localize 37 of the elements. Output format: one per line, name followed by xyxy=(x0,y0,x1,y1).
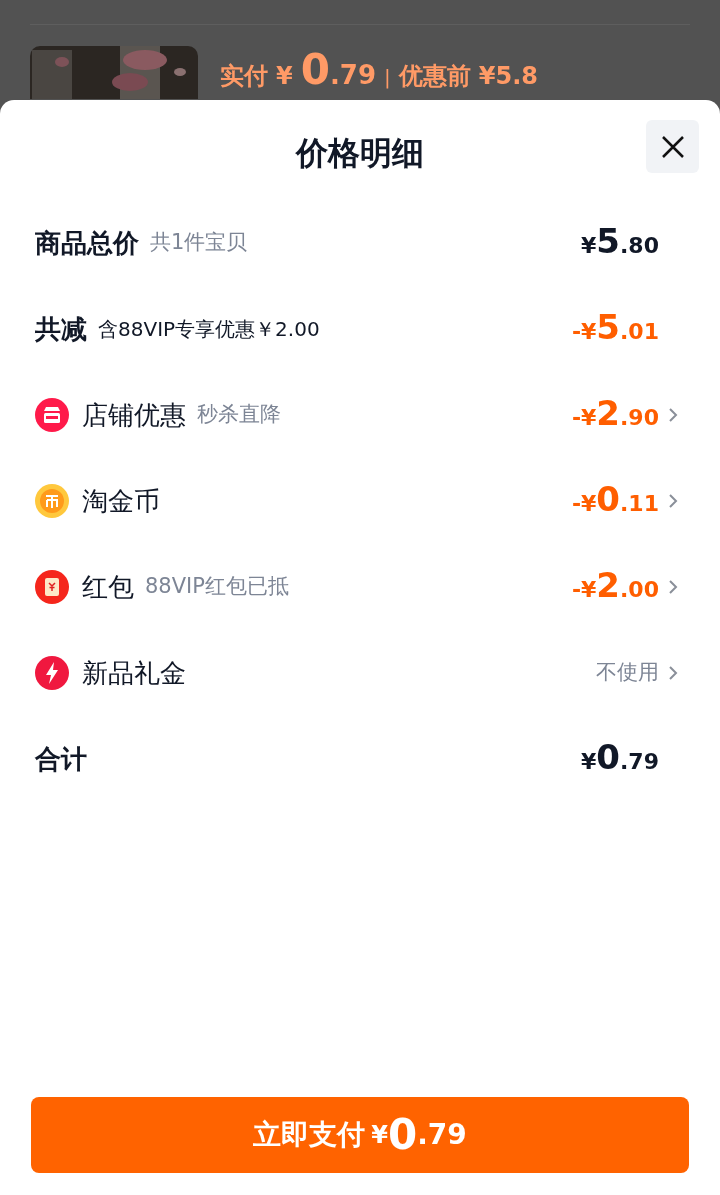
row-label: 商品总价 xyxy=(35,226,139,260)
row-label: 新品礼金 xyxy=(82,656,186,690)
price-decimal: .79 xyxy=(329,59,376,92)
close-button[interactable] xyxy=(646,120,699,173)
original-price: ¥5.8 xyxy=(478,61,538,92)
row-label: 淘金币 xyxy=(82,484,160,518)
pay-button[interactable]: 立即支付 ¥0.79 xyxy=(31,1097,689,1173)
chevron-right-icon xyxy=(668,493,678,509)
price-integer: 0 xyxy=(300,49,330,91)
shop-icon xyxy=(35,398,69,432)
separator: | xyxy=(384,64,391,91)
status-text: 不使用 xyxy=(596,659,659,687)
currency-symbol: ¥ xyxy=(276,61,293,92)
row-note: 88VIP红包已抵 xyxy=(145,573,289,601)
coin-icon xyxy=(35,484,69,518)
row-note: 共1件宝贝 xyxy=(150,229,248,257)
close-icon xyxy=(660,134,685,159)
sheet-title: 价格明细 xyxy=(296,133,424,174)
chevron-right-icon xyxy=(668,407,678,423)
price: ¥0.79 xyxy=(581,740,659,778)
price: -¥2.90 xyxy=(571,396,659,434)
original-label: 优惠前 xyxy=(398,61,471,92)
row-label: 共减 xyxy=(35,312,87,346)
envelope-icon xyxy=(35,570,69,604)
lightning-icon xyxy=(35,656,69,690)
chevron-right-icon xyxy=(668,665,678,681)
row-label: 红包 xyxy=(82,570,134,604)
chevron-right-icon xyxy=(668,579,678,595)
price: -¥0.11 xyxy=(571,482,659,520)
row-note: 含88VIP专享优惠￥2.00 xyxy=(98,316,320,343)
paid-label: 实付 xyxy=(220,61,268,92)
row-label: 店铺优惠 xyxy=(82,398,186,432)
row-note: 秒杀直降 xyxy=(197,401,281,429)
price: ¥5.80 xyxy=(581,224,659,262)
price: -¥5.01 xyxy=(571,310,659,348)
price: -¥2.00 xyxy=(571,568,659,606)
row-label: 合计 xyxy=(35,742,87,776)
